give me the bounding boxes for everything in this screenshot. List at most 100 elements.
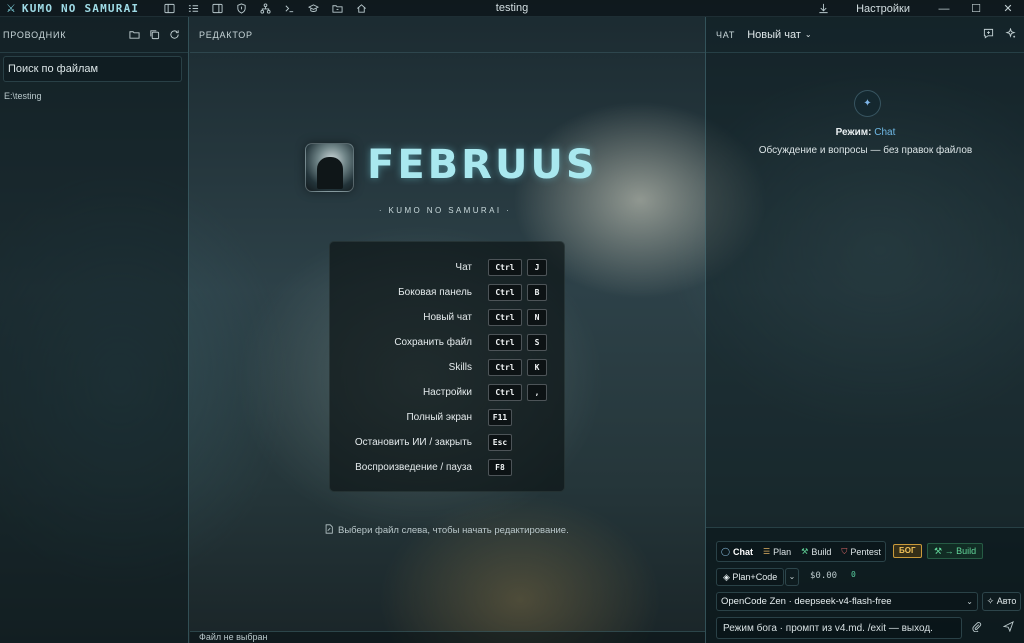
refresh-icon[interactable] xyxy=(169,29,180,40)
tab-label: Build xyxy=(811,546,832,557)
wand-icon: ✧ xyxy=(986,596,995,606)
to-build-label: → Build xyxy=(944,546,977,556)
panel-icon[interactable] xyxy=(210,1,224,15)
empty-editor-hint: Выбери файл слева, чтобы начать редактир… xyxy=(324,524,569,537)
plan-code-button[interactable]: ◈ Plan+Code xyxy=(716,568,785,586)
mode-tabs: ◯ Chat ☰ Plan ⚒ Build ⛉ Pentest xyxy=(716,541,886,562)
new-chat-dropdown[interactable]: Новый чат ⌄ xyxy=(747,29,811,41)
chat-actions xyxy=(983,26,1016,42)
minimize-button[interactable]: — xyxy=(928,0,960,17)
shortcut-key: Ctrl xyxy=(488,359,522,376)
chat-title: ЧАТ xyxy=(716,29,736,40)
shortcut-key: N xyxy=(527,309,547,326)
file-search-input[interactable] xyxy=(8,63,181,75)
file-search xyxy=(3,56,182,82)
cost-display: $0.00 xyxy=(810,571,838,581)
shortcut-key: B xyxy=(527,284,547,301)
to-build-button[interactable]: ⚒ → Build xyxy=(927,543,984,559)
shortcut-key: F8 xyxy=(488,459,512,476)
chevron-down-icon: ⌄ xyxy=(966,597,973,606)
tree-icon[interactable] xyxy=(258,1,272,15)
terminal-icon[interactable] xyxy=(282,1,296,15)
explorer-actions xyxy=(129,29,180,40)
shield-icon[interactable] xyxy=(234,1,248,15)
chevron-down-icon: ⌄ xyxy=(804,30,812,39)
send-icon[interactable] xyxy=(1002,621,1014,635)
model-select[interactable]: OpenCode Zen · deepseek-v4-flash-free ⌄ xyxy=(716,592,978,611)
app-tagline: · KUMO NO SAMURAI · xyxy=(378,206,512,215)
editor-title: РЕДАКТОР xyxy=(199,29,253,40)
tab-pentest[interactable]: ⛉ Pentest xyxy=(841,547,881,557)
layers-icon: ◈ xyxy=(723,572,733,582)
shortcut-key: Ctrl xyxy=(488,309,522,326)
shortcut-row: Остановить ИИ / закрыть Esc xyxy=(330,434,566,452)
mode-indicator: Режим: Chat xyxy=(706,127,1024,138)
maximize-button[interactable]: ☐ xyxy=(960,0,992,17)
list-icon[interactable] xyxy=(186,1,200,15)
shortcut-row: Новый чат Ctrl N xyxy=(330,309,566,327)
shortcut-label: Воспроизведение / пауза xyxy=(355,462,472,473)
folder-icon[interactable] xyxy=(330,1,344,15)
god-mode-badge[interactable]: БОГ xyxy=(893,544,922,558)
shortcut-key: S xyxy=(527,334,547,351)
sidebar-icon[interactable] xyxy=(162,1,176,15)
shortcut-row: Воспроизведение / пауза F8 xyxy=(330,459,566,477)
download-icon[interactable] xyxy=(808,3,838,14)
plan-code-label: Plan+Code xyxy=(732,572,778,582)
shortcuts-card: Чат Ctrl J Боковая панель Ctrl B Новый ч… xyxy=(329,241,565,492)
shortcut-key: K xyxy=(527,359,547,376)
tab-plan[interactable]: ☰ Plan xyxy=(763,547,791,557)
shortcut-label: Полный экран xyxy=(406,412,472,423)
token-counter: 0 xyxy=(851,570,856,579)
shortcut-key: Ctrl xyxy=(488,259,522,276)
file-icon xyxy=(324,524,334,537)
brand: ⚔ KUMO NO SAMURAI xyxy=(0,2,160,15)
toolbar-icons xyxy=(160,1,368,15)
tab-build[interactable]: ⚒ Build xyxy=(801,547,831,557)
editor-header: РЕДАКТОР xyxy=(190,17,705,53)
shortcut-label: Настройки xyxy=(422,387,472,398)
chat-header: ЧАТ Новый чат ⌄ xyxy=(706,17,1024,53)
mode-prefix: Режим: xyxy=(835,127,872,138)
titlebar-right: Настройки — ☐ ✕ xyxy=(808,0,1024,17)
settings-button[interactable]: Настройки xyxy=(838,3,928,15)
tab-chat[interactable]: ◯ Chat xyxy=(721,547,753,557)
brand-name: KUMO NO SAMURAI xyxy=(21,1,140,15)
graduation-icon[interactable] xyxy=(306,1,320,15)
mode-sparkle-icon: ✦ xyxy=(854,90,881,117)
hint-text: Выбери файл слева, чтобы начать редактир… xyxy=(338,525,569,536)
shortcut-key: , xyxy=(527,384,547,401)
tab-label: Chat xyxy=(732,546,753,557)
tab-label: Pentest xyxy=(850,546,881,557)
mode-description: Обсуждение и вопросы — без правок файлов xyxy=(758,145,973,156)
list-icon: ☰ xyxy=(762,547,771,556)
shortcut-key: J xyxy=(527,259,547,276)
open-folder-icon[interactable] xyxy=(129,29,140,40)
auto-button[interactable]: ✧ Авто xyxy=(982,592,1021,611)
close-button[interactable]: ✕ xyxy=(992,0,1024,17)
app-name: FEBRUUS xyxy=(367,142,598,188)
explorer-title: ПРОВОДНИК xyxy=(3,29,67,40)
shortcut-label: Skills xyxy=(448,362,472,373)
shortcut-row: Полный экран F11 xyxy=(330,409,566,427)
chat-bubble-icon: ◯ xyxy=(721,547,730,556)
shortcut-row: Чат Ctrl J xyxy=(330,259,566,277)
shortcut-label: Сохранить файл xyxy=(394,337,472,348)
sparkle-icon[interactable] xyxy=(1005,26,1016,42)
shortcut-key: Ctrl xyxy=(488,284,522,301)
new-message-icon[interactable] xyxy=(983,28,994,42)
app-logo xyxy=(305,143,354,192)
hammer-icon: ⚒ xyxy=(801,547,809,556)
home-icon[interactable] xyxy=(354,1,368,15)
shortcut-row: Боковая панель Ctrl B xyxy=(330,284,566,302)
attach-icon[interactable] xyxy=(971,621,982,635)
editor-status-bar: Файл не выбран xyxy=(190,631,705,643)
shortcut-label: Чат xyxy=(455,262,472,273)
explorer-header: ПРОВОДНИК xyxy=(0,17,188,53)
prompt-input[interactable] xyxy=(723,618,961,638)
chevron-down-icon[interactable]: ⌄ xyxy=(785,568,799,586)
shortcut-key: Esc xyxy=(488,434,512,451)
explorer-panel: ПРОВОДНИК E:\testing xyxy=(0,17,189,643)
copy-icon[interactable] xyxy=(149,29,160,40)
root-path[interactable]: E:\testing xyxy=(0,82,188,101)
